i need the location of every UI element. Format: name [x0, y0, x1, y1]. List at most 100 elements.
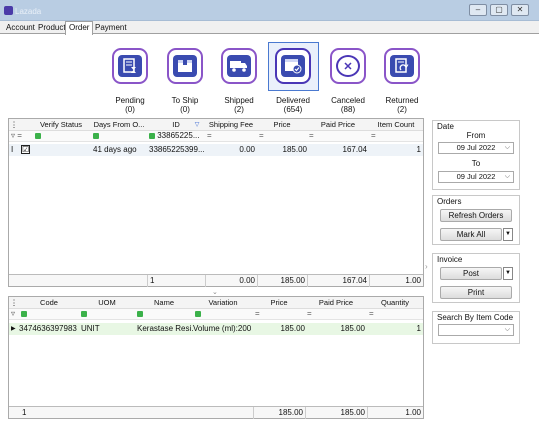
orders-filter-row[interactable]: ▿ = 33865225... = = = =: [9, 131, 423, 142]
return-document-icon: [390, 55, 414, 77]
col-verify-status[interactable]: Verify Status: [31, 119, 91, 131]
print-button[interactable]: Print: [440, 286, 512, 299]
filter-variation[interactable]: [195, 309, 201, 319]
chevron-down-icon: ⌵: [504, 144, 510, 151]
from-date-picker[interactable]: 09 Jul 2022 ⌵: [438, 142, 514, 154]
row-indicator: ▶: [11, 326, 16, 332]
col-name[interactable]: Name: [135, 297, 193, 309]
filter-verify[interactable]: [35, 131, 41, 141]
splitter-handle[interactable]: ⌄: [212, 288, 218, 296]
tab-account[interactable]: Account: [3, 22, 38, 34]
search-item-code-panel: Search By Item Code ⌵: [432, 311, 520, 344]
truck-icon: [227, 55, 251, 77]
table-row[interactable]: I ☑ 41 days ago 33865225399... 0.00 185.…: [9, 144, 423, 156]
panel-collapse-icon[interactable]: ›: [425, 262, 431, 271]
canceled-filter-button[interactable]: ✕: [330, 48, 366, 84]
col-item-count[interactable]: Item Count: [369, 119, 423, 131]
footer-paid-price: 185.00: [305, 407, 367, 419]
filter-name[interactable]: [137, 309, 143, 319]
filter-row-icon: ▿ =: [11, 131, 22, 140]
title-bar: Lazada ‒ ▢ ✕: [0, 0, 539, 21]
returned-label: Returned (2): [385, 96, 419, 114]
cancel-circle-icon: ✕: [336, 55, 360, 77]
column-chooser-icon[interactable]: ⋮: [10, 297, 18, 309]
from-label: From: [466, 131, 486, 140]
invoice-panel-title: Invoice: [437, 255, 463, 264]
minimize-button[interactable]: ‒: [469, 4, 487, 16]
delivered-label: Delivered (654): [276, 96, 310, 114]
filter-row-icon: ▿: [11, 309, 16, 318]
item-code-search-select[interactable]: ⌵: [438, 324, 514, 336]
col-days-from-order[interactable]: Days From O...: [91, 119, 147, 131]
date-panel-title: Date: [437, 122, 454, 131]
col-shipping-fee[interactable]: Shipping Fee: [205, 119, 257, 131]
tab-product[interactable]: Product: [35, 22, 69, 34]
delivered-filter-button[interactable]: [275, 48, 311, 84]
filter-icon[interactable]: ▽: [193, 119, 201, 131]
orders-grid-header: ⋮ Verify Status Days From O... ID ▽ Ship…: [9, 119, 423, 131]
cell-variation: Volume (ml):200: [193, 324, 252, 333]
col-paid-price[interactable]: Paid Price: [305, 297, 367, 309]
cell-name: Kerastase Resi...: [137, 324, 193, 333]
row-indicator: I: [11, 145, 14, 154]
returned-filter-button[interactable]: [384, 48, 420, 84]
footer-price: 185.00: [257, 275, 307, 287]
to-date-picker[interactable]: 09 Jul 2022 ⌵: [438, 171, 514, 183]
filter-uom[interactable]: [81, 309, 87, 319]
footer-count: 1: [22, 408, 27, 417]
column-chooser-icon[interactable]: ⋮: [10, 119, 18, 131]
post-dropdown-button[interactable]: ▼: [503, 267, 513, 280]
col-price[interactable]: Price: [253, 297, 305, 309]
filter-days[interactable]: [93, 131, 99, 141]
to-ship-filter-button[interactable]: [167, 48, 203, 84]
cell-price: 185.00: [280, 324, 305, 333]
shipped-filter-button[interactable]: [221, 48, 257, 84]
table-row[interactable]: ▶ 3474636397983 UNIT Kerastase Resi... V…: [9, 323, 423, 335]
date-panel: Date From 09 Jul 2022 ⌵ To 09 Jul 2022 ⌵: [432, 120, 520, 190]
post-button[interactable]: Post: [440, 267, 502, 280]
cell-quantity: 1: [416, 324, 421, 333]
verify-checkbox[interactable]: ☑: [21, 144, 31, 156]
filter-quantity[interactable]: =: [369, 309, 374, 319]
tab-payment[interactable]: Payment: [92, 22, 130, 34]
filter-code[interactable]: [21, 309, 27, 319]
col-code[interactable]: Code: [19, 297, 79, 309]
items-grid-header: ⋮ Code UOM Name Variation Price Paid Pri…: [9, 297, 423, 309]
filter-id[interactable]: 33865225...: [149, 131, 200, 141]
orders-panel: Orders Refresh Orders Mark All ▼: [432, 195, 520, 245]
orders-grid: ⋮ Verify Status Days From O... ID ▽ Ship…: [8, 118, 424, 287]
col-uom[interactable]: UOM: [79, 297, 135, 309]
chevron-down-icon: ⌵: [504, 173, 510, 180]
close-button[interactable]: ✕: [511, 4, 529, 16]
box-check-icon: [281, 55, 305, 77]
filter-shipping-fee[interactable]: =: [207, 131, 212, 141]
mark-all-button[interactable]: Mark All: [440, 228, 502, 241]
col-quantity[interactable]: Quantity: [367, 297, 423, 309]
pending-filter-button[interactable]: [112, 48, 148, 84]
col-paid-price[interactable]: Paid Price: [307, 119, 369, 131]
cell-paid-price: 167.04: [342, 145, 367, 154]
col-price[interactable]: Price: [257, 119, 307, 131]
filter-paid-price[interactable]: =: [307, 309, 312, 319]
app-icon: [4, 6, 13, 15]
window-title: Lazada: [15, 7, 42, 16]
refresh-orders-button[interactable]: Refresh Orders: [440, 209, 512, 222]
pending-label: Pending (0): [115, 96, 145, 114]
search-panel-title: Search By Item Code: [437, 313, 514, 322]
filter-item-count[interactable]: =: [371, 131, 376, 141]
filter-paid-price[interactable]: =: [309, 131, 314, 141]
col-variation[interactable]: Variation: [193, 297, 253, 309]
tab-order[interactable]: Order: [65, 21, 94, 35]
cell-id: 33865225399...: [149, 145, 205, 154]
cell-uom: UNIT: [81, 324, 100, 333]
shipped-label: Shipped (2): [224, 96, 254, 114]
maximize-button[interactable]: ▢: [490, 4, 508, 16]
tab-strip: Account Product Order Payment: [0, 21, 539, 35]
footer-count: 1: [147, 275, 205, 287]
to-ship-label: To Ship (0): [171, 96, 199, 114]
cell-code: 3474636397983: [19, 324, 77, 333]
items-filter-row[interactable]: ▿ = = =: [9, 309, 423, 320]
mark-all-dropdown-button[interactable]: ▼: [503, 228, 513, 241]
filter-price[interactable]: =: [255, 309, 260, 319]
filter-price[interactable]: =: [259, 131, 264, 141]
